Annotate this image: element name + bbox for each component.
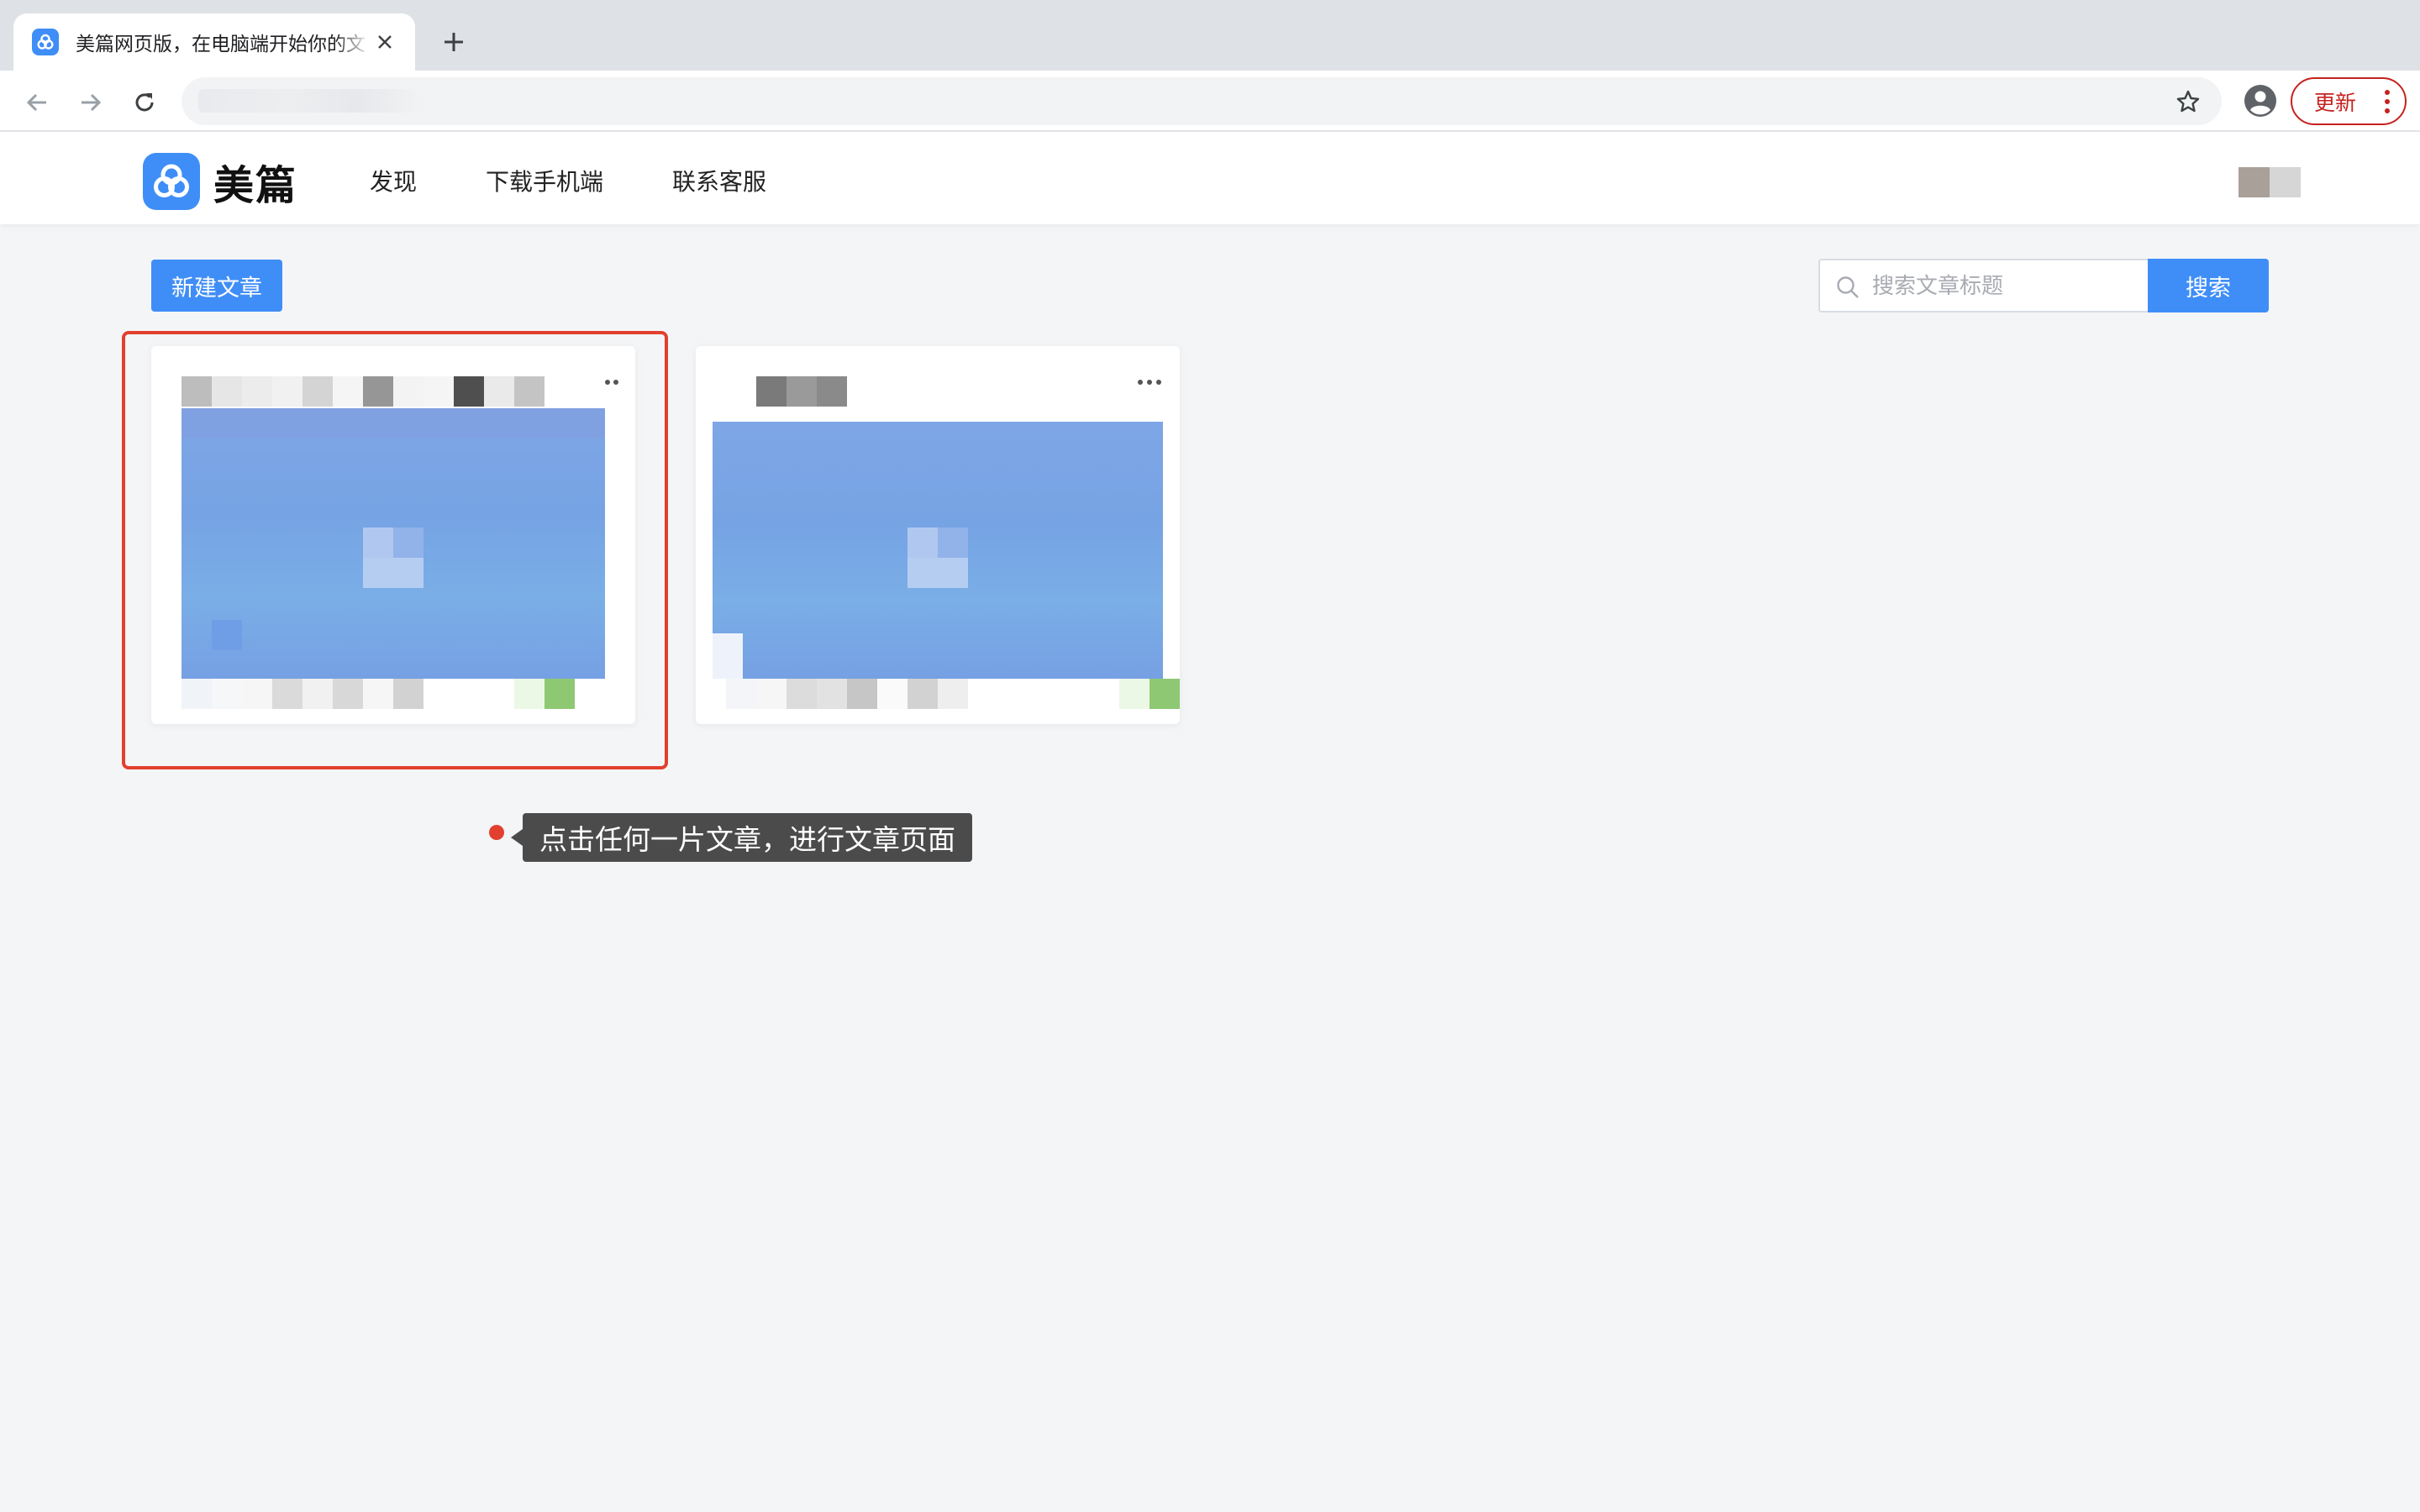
browser-tabstrip: 美篇网页版，在电脑端开始你的文 [0,0,2420,71]
url-obscured [198,89,425,113]
plus-icon[interactable] [437,25,471,59]
back-arrow-icon[interactable] [20,86,54,119]
close-icon[interactable] [371,29,398,55]
browser-toolbar: 更新 [0,71,2420,132]
browser-tab[interactable]: 美篇网页版，在电脑端开始你的文 [13,13,415,71]
article-meta-obscured [726,679,1180,709]
meipian-logo-icon [143,153,200,210]
search-field [1818,259,2148,312]
update-label: 更新 [2314,91,2357,115]
search-bar: 搜索 [1818,259,2269,312]
search-icon [1835,275,1860,300]
nav-discover[interactable]: 发现 [370,164,417,197]
guide-dot [489,825,504,840]
forward-arrow-icon[interactable] [74,86,108,119]
search-button[interactable]: 搜索 [2148,259,2269,312]
more-vert-icon [2385,90,2390,113]
article-card[interactable] [696,346,1180,724]
address-bar[interactable] [182,77,2222,125]
meipian-favicon-icon [32,29,59,55]
more-horizontal-icon[interactable] [1138,380,1161,390]
nav-download-mobile[interactable]: 下载手机端 [486,164,603,197]
bookmark-star-icon[interactable] [2175,88,2202,115]
search-input[interactable] [1872,269,2133,304]
tooltip-arrow [511,829,523,846]
new-article-button[interactable]: 新建文章 [151,260,282,312]
avatar[interactable] [2238,167,2301,197]
update-button[interactable]: 更新 [2291,77,2407,125]
reload-icon[interactable] [128,86,161,119]
article-title-obscured [756,376,847,407]
tab-title: 美篇网页版，在电脑端开始你的文 [76,34,366,55]
site-header: 美篇 发现 下载手机端 联系客服 [0,132,2420,224]
logo-text: 美篇 [213,162,298,209]
guide-highlight-box [122,331,668,769]
article-cover-image [713,422,1163,679]
site-nav: 发现 下载手机端 联系客服 [370,164,766,197]
profile-icon[interactable] [2242,82,2279,119]
site-logo[interactable]: 美篇 [143,152,297,211]
nav-contact-support[interactable]: 联系客服 [672,164,766,197]
guide-tooltip: 点击任何一片文章，进行文章页面 [523,813,972,862]
